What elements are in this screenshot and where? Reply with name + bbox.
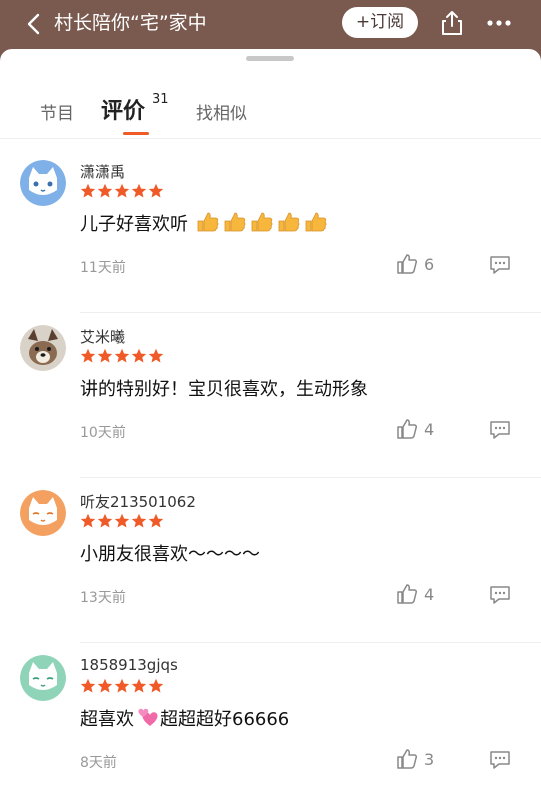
like-button[interactable]: 4	[396, 582, 434, 606]
star-icon	[80, 183, 96, 198]
star-icon	[131, 183, 147, 198]
star-icon	[97, 348, 113, 363]
thumbs-up-icon	[397, 749, 418, 769]
reviewer-name[interactable]: 艾米曦	[80, 326, 125, 347]
reviewer-name[interactable]: 听友213501062	[80, 491, 196, 512]
star-icon	[114, 183, 130, 198]
star-icon	[131, 348, 147, 363]
comment-bubble-icon[interactable]	[488, 584, 512, 606]
thumbs-up-icon	[397, 584, 418, 604]
like-count: 4	[424, 584, 435, 604]
review-text: 小朋友很喜欢～～～～	[80, 544, 260, 565]
thumbs-up-emoji-icon	[197, 212, 327, 232]
thumbs-up-icon	[397, 254, 418, 274]
subscribe-button[interactable]: +订阅	[342, 7, 418, 38]
like-button[interactable]: 4	[396, 417, 434, 441]
star-icon	[80, 678, 96, 693]
reviewer-name[interactable]: 潇潇禹	[80, 161, 125, 182]
review-text-content: 儿子好喜欢听	[80, 214, 188, 235]
more-options-icon[interactable]	[484, 10, 514, 36]
like-count: 6	[424, 254, 435, 274]
reviews-sheet: 节目 评价 31 找相似 潇潇禹 儿子好喜欢听 11天前 6 艾米曦 讲的特别好…	[0, 49, 541, 788]
review-text: 儿子好喜欢听	[80, 210, 331, 236]
star-icon	[131, 513, 147, 528]
comment-bubble-icon[interactable]	[488, 419, 512, 441]
review-time: 13天前	[80, 590, 126, 606]
star-icon	[114, 678, 130, 693]
like-count: 3	[424, 749, 435, 769]
album-title: 村长陪你“宅”家中	[54, 12, 207, 34]
review-text: 超喜欢 超超超好66666	[80, 705, 289, 731]
review-time: 8天前	[80, 755, 117, 771]
review-time: 11天前	[80, 260, 126, 276]
star-icon	[80, 348, 96, 363]
review-item: 听友213501062 小朋友很喜欢～～～～ 13天前 4	[0, 478, 541, 643]
review-text-after: 超超超好66666	[160, 709, 290, 730]
star-icon	[148, 678, 164, 693]
header-bar: 村长陪你“宅”家中 +订阅	[0, 0, 541, 48]
thumbs-up-icon	[397, 419, 418, 439]
share-icon[interactable]	[437, 8, 467, 38]
two-hearts-emoji-icon	[138, 708, 158, 726]
reviewer-name[interactable]: 1858913gjqs	[80, 656, 178, 674]
star-icon	[148, 183, 164, 198]
comment-bubble-icon[interactable]	[488, 749, 512, 771]
tab-find-similar[interactable]: 找相似	[196, 99, 247, 124]
like-button[interactable]: 3	[396, 747, 434, 771]
blue-cat-avatar-icon[interactable]	[20, 160, 66, 206]
like-button[interactable]: 6	[396, 252, 434, 276]
tab-reviews[interactable]: 评价	[101, 93, 145, 125]
star-icon	[97, 183, 113, 198]
star-icon	[97, 678, 113, 693]
star-icon	[148, 348, 164, 363]
star-rating	[80, 513, 164, 529]
green-cat-avatar-icon[interactable]	[20, 655, 66, 701]
star-icon	[148, 513, 164, 528]
comment-bubble-icon[interactable]	[488, 254, 512, 276]
review-item: 潇潇禹 儿子好喜欢听 11天前 6	[0, 148, 541, 313]
like-count: 4	[424, 419, 435, 439]
star-icon	[80, 513, 96, 528]
star-icon	[131, 678, 147, 693]
star-rating	[80, 678, 164, 694]
dog-photo-avatar-icon[interactable]	[20, 325, 66, 371]
star-icon	[97, 513, 113, 528]
review-item: 1858913gjqs 超喜欢 超超超好66666 8天前 3	[0, 643, 541, 788]
drag-handle[interactable]	[246, 56, 294, 61]
review-item: 艾米曦 讲的特别好！宝贝很喜欢，生动形象 10天前 4	[0, 313, 541, 478]
review-time: 10天前	[80, 425, 126, 441]
star-rating	[80, 348, 164, 364]
review-text-before: 超喜欢	[80, 709, 134, 730]
reviews-count-badge: 31	[152, 92, 169, 107]
star-icon	[114, 513, 130, 528]
tab-programs[interactable]: 节目	[40, 99, 74, 124]
orange-cat-avatar-icon[interactable]	[20, 490, 66, 536]
tab-bar: 节目 评价 31 找相似	[0, 89, 541, 139]
review-text: 讲的特别好！宝贝很喜欢，生动形象	[80, 379, 368, 400]
star-rating	[80, 183, 164, 199]
star-icon	[114, 348, 130, 363]
back-arrow-icon[interactable]	[22, 11, 48, 37]
active-tab-indicator	[123, 132, 149, 135]
